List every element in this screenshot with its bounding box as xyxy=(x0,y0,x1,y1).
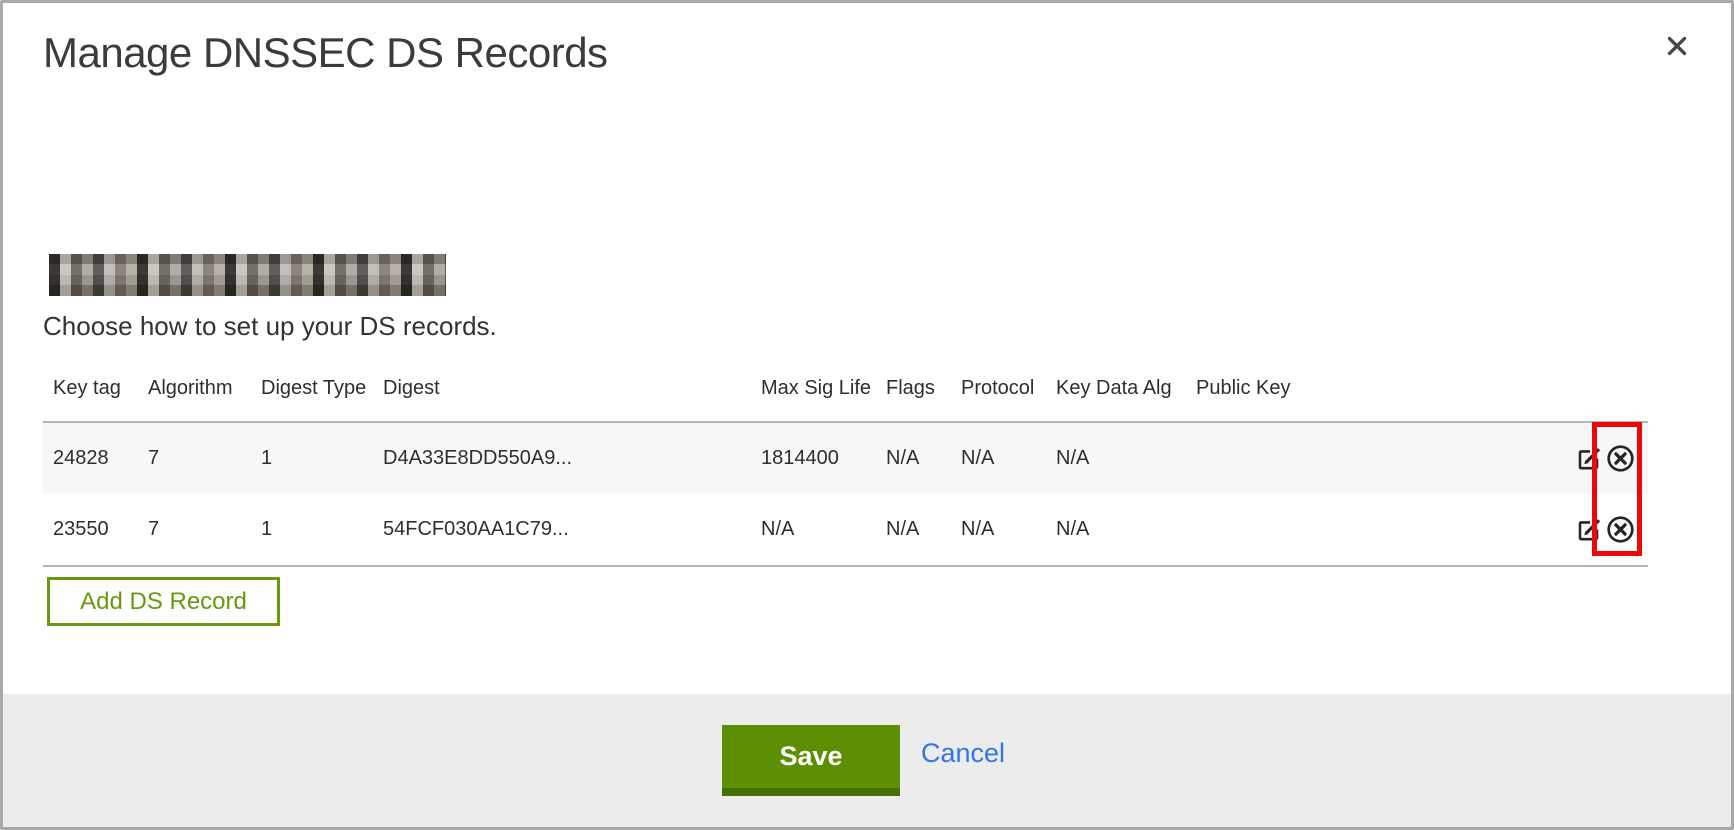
cell-algorithm: 7 xyxy=(148,447,261,470)
column-header-key-data-alg: Key Data Alg xyxy=(1056,377,1196,400)
page-title: Manage DNSSEC DS Records xyxy=(43,29,608,77)
cell-max-sig-life: N/A xyxy=(761,518,886,541)
row-actions xyxy=(1560,444,1648,473)
save-button[interactable]: Save xyxy=(722,725,900,796)
cell-key-data-alg: N/A xyxy=(1056,447,1196,470)
delete-record-button[interactable] xyxy=(1606,515,1635,544)
cell-key-tag: 24828 xyxy=(53,447,148,470)
edit-record-button[interactable] xyxy=(1576,446,1602,472)
cell-protocol: N/A xyxy=(961,447,1056,470)
cell-flags: N/A xyxy=(886,447,961,470)
cell-digest-type: 1 xyxy=(261,447,383,470)
delete-icon xyxy=(1606,444,1635,473)
delete-icon xyxy=(1606,515,1635,544)
cell-protocol: N/A xyxy=(961,518,1056,541)
dnssec-ds-records-dialog: Manage DNSSEC DS Records Choose how to s… xyxy=(0,0,1734,830)
redacted-domain-name xyxy=(49,254,446,296)
table-body: 24828 7 1 D4A33E8DD550A9... 1814400 N/A … xyxy=(43,421,1648,567)
edit-icon xyxy=(1576,517,1602,543)
edit-record-button[interactable] xyxy=(1576,517,1602,543)
cell-max-sig-life: 1814400 xyxy=(761,447,886,470)
column-header-max-sig-life: Max Sig Life xyxy=(761,377,886,400)
column-header-protocol: Protocol xyxy=(961,377,1056,400)
column-header-algorithm: Algorithm xyxy=(148,377,261,400)
cell-digest: D4A33E8DD550A9... xyxy=(383,447,761,470)
dialog-footer: Save Cancel xyxy=(3,694,1731,827)
close-button[interactable] xyxy=(1655,25,1699,69)
table-row: 24828 7 1 D4A33E8DD550A9... 1814400 N/A … xyxy=(43,423,1648,494)
cell-flags: N/A xyxy=(886,518,961,541)
column-header-flags: Flags xyxy=(886,377,961,400)
cell-digest: 54FCF030AA1C79... xyxy=(383,518,761,541)
cell-digest-type: 1 xyxy=(261,518,383,541)
row-actions xyxy=(1560,515,1648,544)
cell-key-tag: 23550 xyxy=(53,518,148,541)
table-header-row: Key tag Algorithm Digest Type Digest Max… xyxy=(43,373,1648,421)
column-header-digest: Digest xyxy=(383,377,761,400)
cell-key-data-alg: N/A xyxy=(1056,518,1196,541)
column-header-public-key: Public Key xyxy=(1196,377,1560,400)
add-ds-record-button[interactable]: Add DS Record xyxy=(47,577,280,626)
table-row: 23550 7 1 54FCF030AA1C79... N/A N/A N/A … xyxy=(43,494,1648,565)
edit-icon xyxy=(1576,446,1602,472)
close-icon xyxy=(1663,32,1691,60)
ds-records-table: Key tag Algorithm Digest Type Digest Max… xyxy=(43,373,1648,567)
instruction-text: Choose how to set up your DS records. xyxy=(43,311,497,342)
delete-record-button[interactable] xyxy=(1606,444,1635,473)
cancel-link[interactable]: Cancel xyxy=(921,738,1005,769)
column-header-key-tag: Key tag xyxy=(53,377,148,400)
cell-algorithm: 7 xyxy=(148,518,261,541)
column-header-digest-type: Digest Type xyxy=(261,377,383,400)
